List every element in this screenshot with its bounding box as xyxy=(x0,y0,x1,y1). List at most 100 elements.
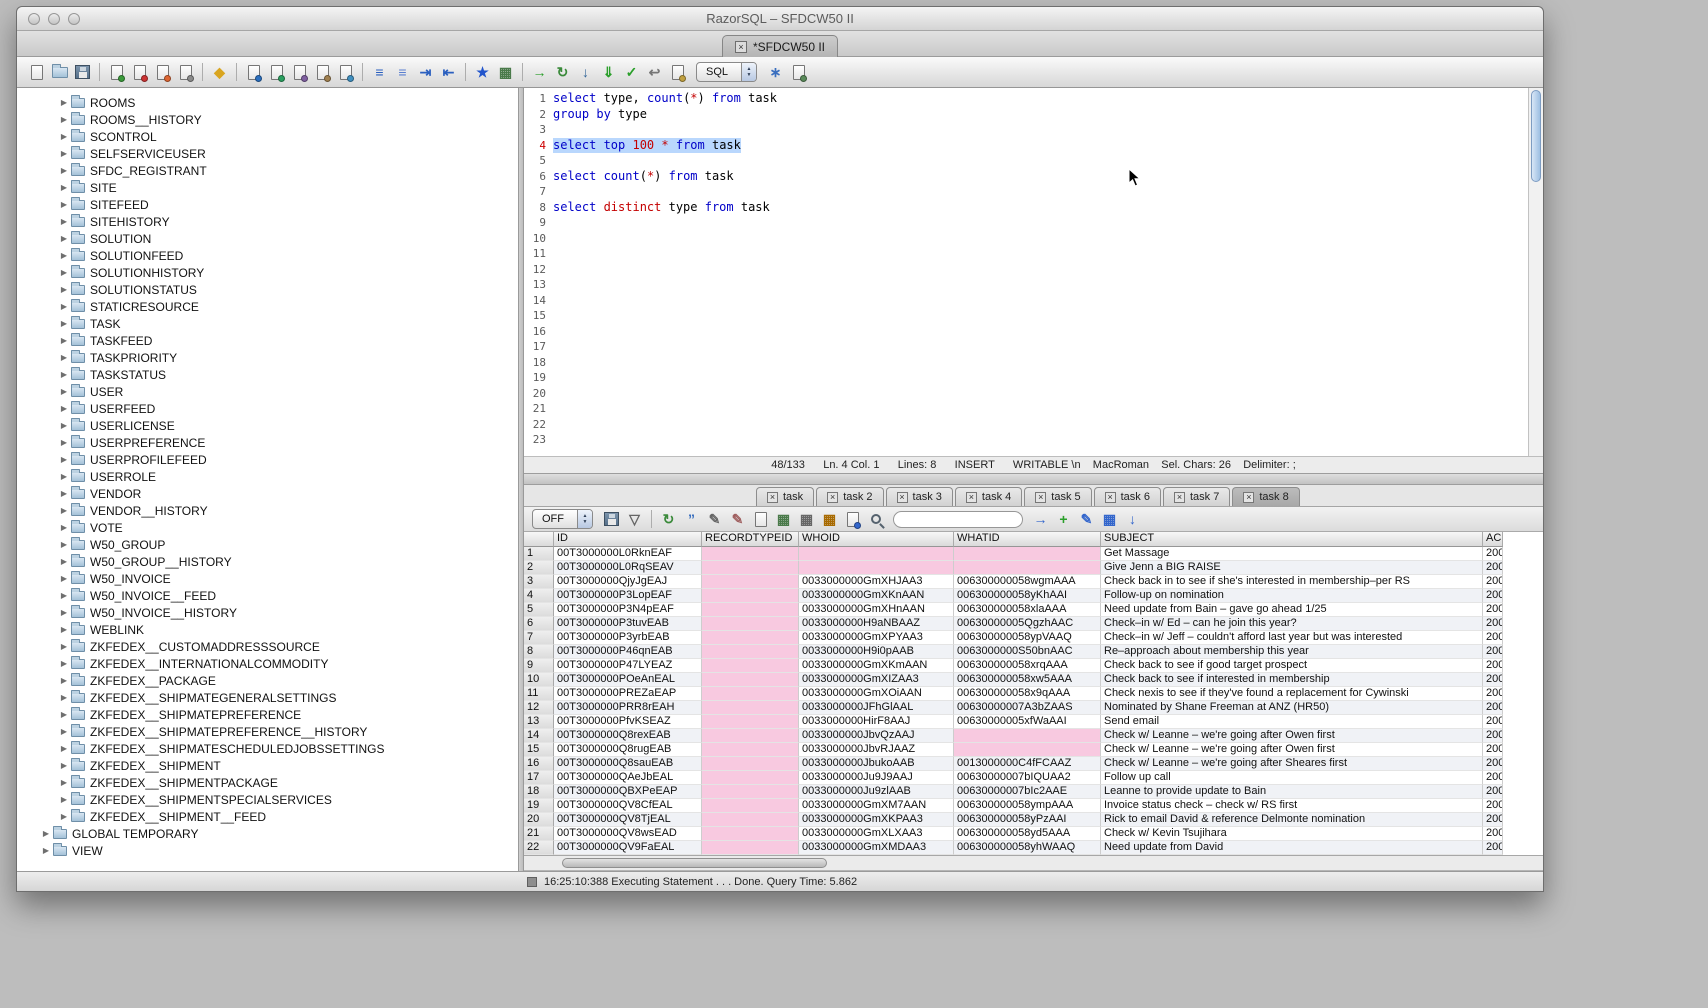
data-cell[interactable]: 006300000058yKhAAI xyxy=(954,589,1101,603)
data-cell[interactable]: 00630000007bIQUAA2 xyxy=(954,771,1101,785)
email-results-icon[interactable] xyxy=(335,61,356,83)
data-cell[interactable]: 00T3000000P3LopEAF xyxy=(554,589,702,603)
data-cell[interactable]: 00T3000000QAeJbEAL xyxy=(554,771,702,785)
disclosure-triangle-icon[interactable]: ▶ xyxy=(57,540,71,549)
data-cell[interactable]: Check–in w/ Ed – can he join this year? xyxy=(1101,617,1483,631)
zoom-window-button[interactable] xyxy=(68,13,80,25)
data-cell[interactable] xyxy=(954,547,1101,561)
data-cell[interactable]: 200 xyxy=(1483,589,1503,603)
tree-item-userpreference[interactable]: ▶USERPREFERENCE xyxy=(17,434,518,451)
data-cell[interactable] xyxy=(702,743,799,757)
disclosure-triangle-icon[interactable]: ▶ xyxy=(57,115,71,124)
disclosure-triangle-icon[interactable]: ▶ xyxy=(57,98,71,107)
data-cell[interactable]: 200 xyxy=(1483,659,1503,673)
tree-item-taskfeed[interactable]: ▶TASKFEED xyxy=(17,332,518,349)
tree-item-sfdc_registrant[interactable]: ▶SFDC_REGISTRANT xyxy=(17,162,518,179)
data-cell[interactable]: Check back in to see if she's interested… xyxy=(1101,575,1483,589)
tree-item-w50_invoice__history[interactable]: ▶W50_INVOICE__HISTORY xyxy=(17,604,518,621)
data-cell[interactable]: 200 xyxy=(1483,799,1503,813)
tree-item-weblink[interactable]: ▶WEBLINK xyxy=(17,621,518,638)
disclosure-triangle-icon[interactable]: ▶ xyxy=(57,710,71,719)
tree-item-zkfedex__shipment__feed[interactable]: ▶ZKFEDEX__SHIPMENT__FEED xyxy=(17,808,518,825)
row-number-cell[interactable]: 17 xyxy=(524,771,554,785)
table-row[interactable]: 1400T3000000Q8rexEAB0033000000JbvQzAAJCh… xyxy=(524,729,1543,743)
data-cell[interactable]: 0033000000GmXMDAA3 xyxy=(799,841,954,855)
result-tab-task-7[interactable]: ×task 7 xyxy=(1163,487,1230,506)
data-cell[interactable]: 0033000000GmXM7AAN xyxy=(799,799,954,813)
select-export-icon[interactable]: ▦ xyxy=(1099,508,1120,530)
tree-item-rooms__history[interactable]: ▶ROOMS__HISTORY xyxy=(17,111,518,128)
table-row[interactable]: 1600T3000000Q8sauEAB0033000000JbukoAAB00… xyxy=(524,757,1543,771)
disclosure-triangle-icon[interactable]: ▶ xyxy=(57,387,71,396)
disclosure-triangle-icon[interactable]: ▶ xyxy=(57,659,71,668)
tree-item-staticresource[interactable]: ▶STATICRESOURCE xyxy=(17,298,518,315)
results-horizontal-scrollbar[interactable] xyxy=(524,856,1543,871)
table-row[interactable]: 1300T3000000PfvKSEAZ0033000000HirF8AAJ00… xyxy=(524,715,1543,729)
data-cell[interactable]: 0033000000JbukoAAB xyxy=(799,757,954,771)
data-cell[interactable] xyxy=(702,771,799,785)
disclosure-triangle-icon[interactable]: ▶ xyxy=(57,285,71,294)
data-cell[interactable] xyxy=(799,561,954,575)
log-view-icon[interactable] xyxy=(667,61,688,83)
close-window-button[interactable] xyxy=(28,13,40,25)
data-cell[interactable] xyxy=(702,575,799,589)
data-cell[interactable]: 00T3000000Q8rugEAB xyxy=(554,743,702,757)
data-cell[interactable]: 00T3000000QV8wsEAD xyxy=(554,827,702,841)
data-cell[interactable]: 00630000007bIc2AAE xyxy=(954,785,1101,799)
download-lob-icon[interactable]: ↓ xyxy=(1122,508,1143,530)
tree-item-zkfedex__package[interactable]: ▶ZKFEDEX__PACKAGE xyxy=(17,672,518,689)
data-cell[interactable]: 00630000007A3bZAAS xyxy=(954,701,1101,715)
table-row[interactable]: 400T3000000P3LopEAF0033000000GmXKnAAN006… xyxy=(524,589,1543,603)
data-cell[interactable] xyxy=(954,561,1101,575)
data-cell[interactable]: 0033000000GmXHnAAN xyxy=(799,603,954,617)
data-cell[interactable]: 200 xyxy=(1483,673,1503,687)
data-cell[interactable] xyxy=(702,785,799,799)
data-cell[interactable]: 00T3000000QV9FaEAL xyxy=(554,841,702,855)
disclosure-triangle-icon[interactable]: ▶ xyxy=(57,812,71,821)
table-row[interactable]: 2000T3000000QV8TjEAL0033000000GmXKPAA300… xyxy=(524,813,1543,827)
copy-results-icon[interactable] xyxy=(289,61,310,83)
data-cell[interactable]: 0033000000GmXIZAA3 xyxy=(799,673,954,687)
fetch-all-icon[interactable]: ⇓ xyxy=(598,61,619,83)
disclosure-triangle-icon[interactable]: ▶ xyxy=(57,676,71,685)
tree-item-selfserviceuser[interactable]: ▶SELFSERVICEUSER xyxy=(17,145,518,162)
data-cell[interactable]: 200 xyxy=(1483,687,1503,701)
disclosure-triangle-icon[interactable]: ▶ xyxy=(57,149,71,158)
data-cell[interactable]: Leanne to provide update to Bain xyxy=(1101,785,1483,799)
row-number-cell[interactable]: 3 xyxy=(524,575,554,589)
editor-vertical-scrollbar[interactable] xyxy=(1528,88,1543,456)
data-cell[interactable]: 200 xyxy=(1483,547,1503,561)
data-cell[interactable]: 00T3000000L0RqSEAV xyxy=(554,561,702,575)
editor-scrollbar-thumb[interactable] xyxy=(1531,90,1541,182)
data-cell[interactable]: 0033000000H9i0pAAB xyxy=(799,645,954,659)
column-header-AC[interactable]: AC xyxy=(1483,532,1503,547)
disclosure-triangle-icon[interactable]: ▶ xyxy=(57,404,71,413)
copy-as-sql-icon[interactable]: ” xyxy=(681,508,702,530)
editor-horizontal-scrollbar[interactable] xyxy=(524,473,1543,485)
tree-item-zkfedex__internationalcommodity[interactable]: ▶ZKFEDEX__INTERNATIONALCOMMODITY xyxy=(17,655,518,672)
results-search-input[interactable] xyxy=(893,511,1023,528)
data-cell[interactable]: 200 xyxy=(1483,603,1503,617)
data-cell[interactable]: Re–approach about membership this year xyxy=(1101,645,1483,659)
find-next-icon[interactable]: → xyxy=(1030,508,1051,530)
row-number-cell[interactable]: 12 xyxy=(524,701,554,715)
data-cell[interactable]: 200 xyxy=(1483,701,1503,715)
disclosure-triangle-icon[interactable]: ▶ xyxy=(57,761,71,770)
data-cell[interactable] xyxy=(702,813,799,827)
disclosure-triangle-icon[interactable]: ▶ xyxy=(57,778,71,787)
data-cell[interactable]: 200 xyxy=(1483,729,1503,743)
data-cell[interactable] xyxy=(702,757,799,771)
row-number-cell[interactable]: 6 xyxy=(524,617,554,631)
disclosure-triangle-icon[interactable]: ▶ xyxy=(57,693,71,702)
data-cell[interactable]: 006300000058xlaAAA xyxy=(954,603,1101,617)
row-number-cell[interactable]: 1 xyxy=(524,547,554,561)
data-cell[interactable]: 0033000000GmXPYAA3 xyxy=(799,631,954,645)
result-tab-task-2[interactable]: ×task 2 xyxy=(816,487,883,506)
table-row[interactable]: 300T3000000QjyJgEAJ0033000000GmXHJAA3006… xyxy=(524,575,1543,589)
disclosure-triangle-icon[interactable]: ▶ xyxy=(57,319,71,328)
disclosure-triangle-icon[interactable]: ▶ xyxy=(57,200,71,209)
save-file-icon[interactable] xyxy=(72,61,93,83)
disclosure-triangle-icon[interactable]: ▶ xyxy=(57,421,71,430)
tree-item-zkfedex__customaddresssource[interactable]: ▶ZKFEDEX__CUSTOMADDRESSSOURCE xyxy=(17,638,518,655)
row-number-cell[interactable]: 14 xyxy=(524,729,554,743)
